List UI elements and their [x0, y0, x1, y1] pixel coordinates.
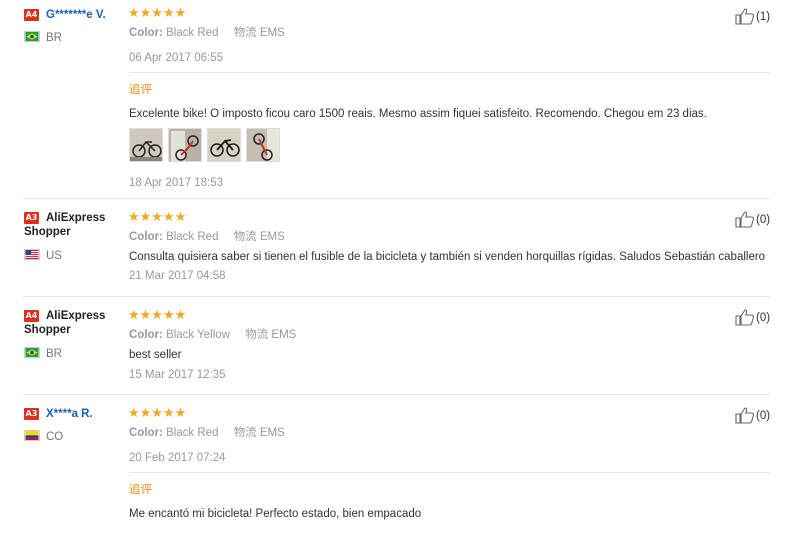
helpful-count: (0)	[756, 409, 771, 422]
review-photo-thumbnail[interactable]	[168, 128, 202, 162]
country-code: CO	[46, 431, 64, 443]
thumbs-up-icon	[735, 407, 755, 424]
brazil-flag-icon	[24, 347, 40, 358]
country-code: BR	[46, 32, 62, 44]
level-badge: A3	[24, 212, 39, 224]
divider	[129, 472, 770, 473]
review-divider	[23, 198, 770, 199]
reviewer-name-link[interactable]: G*******e V.	[46, 8, 106, 22]
review-date: 06 Apr 2017 06:55	[129, 52, 223, 64]
level-badge: A3	[24, 408, 39, 420]
thumbs-up-icon	[735, 8, 755, 25]
logistics-label: 物流	[233, 27, 257, 39]
usa-flag-icon	[24, 249, 40, 260]
logistics-label: 物流	[233, 427, 257, 439]
helpful-button[interactable]: (0)	[735, 211, 770, 228]
thumbs-up-icon	[735, 211, 755, 228]
logistics-value: EMS	[259, 231, 285, 243]
level-badge: A4	[24, 310, 39, 322]
helpful-button[interactable]: (0)	[735, 309, 770, 326]
review-date: 15 Mar 2017 12:35	[129, 369, 226, 381]
brazil-flag-icon	[24, 31, 40, 42]
thumbs-up-icon	[735, 309, 755, 326]
helpful-count: (1)	[756, 10, 771, 23]
reviewer-name-line2: Shopper	[24, 226, 71, 238]
order-info: Color: Black Red 物流 EMS	[129, 426, 285, 440]
order-info: Color: Black Red 物流 EMS	[129, 26, 285, 40]
review-date: 20 Feb 2017 07:24	[129, 452, 226, 464]
country-code: US	[46, 250, 62, 262]
logistics-label: 物流	[245, 329, 269, 341]
reviewer-name-line1: AliExpress	[46, 212, 106, 224]
additional-review-date: 18 Apr 2017 18:53	[129, 177, 223, 189]
logistics-value: EMS	[271, 329, 297, 341]
helpful-button[interactable]: (0)	[735, 407, 770, 424]
divider	[129, 72, 770, 73]
rating-stars: ★★★★★	[128, 307, 187, 322]
logistics-label: 物流	[233, 231, 257, 243]
review-photo-thumbnail[interactable]	[207, 128, 241, 162]
color-label: Color:	[129, 329, 163, 341]
color-label: Color:	[129, 231, 163, 243]
review-divider	[23, 394, 770, 395]
additional-review-label: 追评	[129, 484, 152, 496]
logistics-value: EMS	[259, 27, 285, 39]
review-divider	[23, 296, 770, 297]
helpful-count: (0)	[756, 213, 771, 226]
rating-stars: ★★★★★	[128, 5, 187, 20]
review-photo-thumbnail[interactable]	[246, 128, 280, 162]
reviewer-name-line2: Shopper	[24, 324, 71, 336]
additional-review-text: Me encantó mi bicicleta! Perfecto estado…	[129, 508, 422, 520]
review-text: Consulta quisiera saber si tienen el fus…	[129, 251, 766, 263]
order-info: Color: Black Yellow 物流 EMS	[129, 328, 296, 342]
review-text: best seller	[129, 349, 182, 361]
color-label: Color:	[129, 427, 163, 439]
colombia-flag-icon	[24, 430, 40, 441]
reviewer-name: AliExpress Shopper	[24, 211, 116, 239]
helpful-button[interactable]: (1)	[735, 8, 770, 25]
reviewer-name: AliExpress Shopper	[24, 309, 116, 337]
additional-review-label: 追评	[129, 84, 152, 96]
color-value: Black Red	[166, 27, 219, 39]
color-label: Color:	[129, 27, 163, 39]
rating-stars: ★★★★★	[128, 405, 187, 420]
logistics-value: EMS	[259, 427, 285, 439]
review-photo-thumbnail[interactable]	[129, 128, 163, 162]
country-code: BR	[46, 348, 62, 360]
level-badge: A4	[24, 9, 39, 21]
color-value: Black Red	[166, 231, 219, 243]
additional-review-text: Excelente bike! O imposto ficou caro 150…	[129, 108, 707, 120]
color-value: Black Yellow	[166, 329, 230, 341]
rating-stars: ★★★★★	[128, 209, 187, 224]
review-date: 21 Mar 2017 04:58	[129, 270, 226, 282]
color-value: Black Red	[166, 427, 219, 439]
reviewer-name-line1: AliExpress	[46, 310, 106, 322]
helpful-count: (0)	[756, 311, 771, 324]
order-info: Color: Black Red 物流 EMS	[129, 230, 285, 244]
reviewer-name-link[interactable]: X****a R.	[46, 407, 93, 421]
